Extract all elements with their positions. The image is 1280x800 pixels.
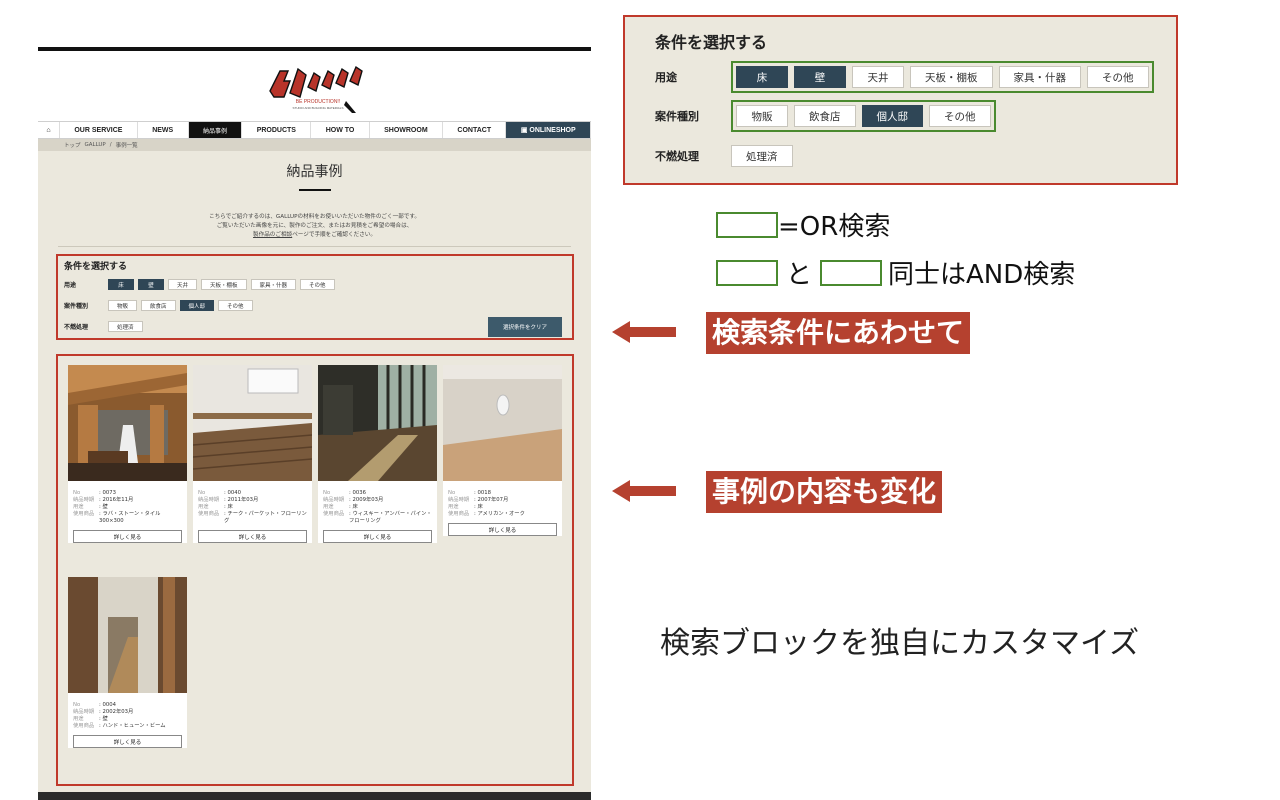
breadcrumb-current: 事例一覧 [115,143,138,149]
search-highlight-box [56,254,574,340]
title-underline [298,189,331,191]
nav-onlineshop[interactable]: ▣ ONLINESHOP [506,122,591,138]
nav-products[interactable]: PRODUCTS [242,122,312,138]
logo-sub-text: BE PRODUCTION!! [296,99,340,105]
legend-and-mid: と [786,260,813,290]
green-box-sample [820,259,883,286]
callout-search: 検索条件にあわせて [706,312,971,354]
zoom-chip-residence[interactable]: 個人邸 [861,105,923,127]
legend-and-text: 同士はAND検索 [888,260,1076,290]
footer-bar [38,792,591,800]
zoom-chip-tabletop[interactable]: 天板・棚板 [910,66,993,88]
zoom-label-use: 用途 [655,71,677,84]
green-box-sample [716,211,778,238]
left-arrow-icon [612,480,676,502]
logo-sub2-text: STUDIO AND BUILDING MATERIALS [293,106,344,110]
intro-line-3: 製作品のご相談ページで手順をご確認ください。 [38,231,591,240]
zoom-row-type: 案件種別 物販 飲食店 個人邸 その他 [655,100,996,132]
nav-onlineshop-label: ONLINESHOP [529,126,576,134]
legend-or-text: =OR検索 [778,212,891,242]
legend-or: =OR検索 [716,206,890,243]
intro-line-1: こちらでご紹介するのは、GALLUPの材料をお使いいただいた物件のごく一部です。 [208,214,421,220]
legend-and: と 同士はAND検索 [716,254,1075,291]
zoom-chip-use-other[interactable]: その他 [1087,66,1149,88]
nav-showroom[interactable]: SHOWROOM [370,122,444,138]
breadcrumb-gallup[interactable]: GALLUP [85,142,106,148]
zoom-label-type: 案件種別 [655,110,699,123]
nav-contact[interactable]: CONTACT [443,122,507,138]
main-nav: ⌂ OUR SERVICE NEWS 納品事例 PRODUCTS HOW TO … [38,121,591,139]
zoom-label-fireproof: 不燃処理 [655,150,699,163]
intro-text: こちらでご紹介するのは、GALLUPの材料をお使いいただいた物件のごく一部です。… [38,213,591,240]
page-title: 納品事例 [286,164,343,180]
zoom-chip-floor[interactable]: 床 [736,66,788,88]
zoom-chip-retail[interactable]: 物販 [736,105,788,127]
zoom-chip-wall[interactable]: 壁 [794,66,846,88]
zoom-chip-treated[interactable]: 処理済 [731,145,793,167]
search-zoom-panel: 条件を選択する 用途 床 壁 天井 天板・棚板 家具・什器 その他 案件種別 物… [623,15,1178,185]
zoom-chip-ceiling[interactable]: 天井 [852,66,904,88]
green-box-sample [716,259,778,286]
cart-icon: ▣ [520,127,530,134]
zoom-row-use: 用途 床 壁 天井 天板・棚板 家具・什器 その他 [655,61,1154,93]
zoom-chip-type-other[interactable]: その他 [929,105,991,127]
breadcrumb-top[interactable]: トップ [64,141,81,149]
zoom-chip-furniture[interactable]: 家具・什器 [998,66,1081,88]
left-arrow-icon [612,321,676,343]
site-header: BE PRODUCTION!! STUDIO AND BUILDING MATE… [38,51,591,121]
home-icon: ⌂ [46,126,51,134]
zoom-chip-restaurant[interactable]: 飲食店 [794,105,856,127]
or-group-box: 床 壁 天井 天板・棚板 家具・什器 その他 [731,61,1154,93]
nav-news[interactable]: NEWS [138,122,189,138]
breadcrumb: トップ GALLUP / 事例一覧 [38,139,591,151]
nav-our-service[interactable]: OUR SERVICE [60,122,138,138]
gallup-logo[interactable]: BE PRODUCTION!! STUDIO AND BUILDING MATE… [266,61,366,116]
zoom-title: 条件を選択する [655,33,768,52]
caption-customize: 検索ブロックを独自にカスタマイズ [660,626,1140,661]
breadcrumb-sep: / [109,142,112,148]
nav-cases[interactable]: 納品事例 [188,122,243,138]
divider [58,246,571,247]
or-group-box: 物販 飲食店 個人邸 その他 [731,100,996,132]
intro-line-2: ご覧いただいた画像を元に、製作のご注文、またはお見積をご希望の場合は、 [216,223,413,229]
intro-link[interactable]: 製作品のご相談 [253,232,292,238]
intro-line-3-text: ページで手順をご確認ください。 [292,232,376,238]
nav-home[interactable]: ⌂ [38,122,60,138]
results-highlight-box [56,354,574,786]
callout-results: 事例の内容も変化 [706,471,943,513]
zoom-row-fireproof: 不燃処理 処理済 [655,145,793,167]
nav-how-to[interactable]: HOW TO [311,122,370,138]
